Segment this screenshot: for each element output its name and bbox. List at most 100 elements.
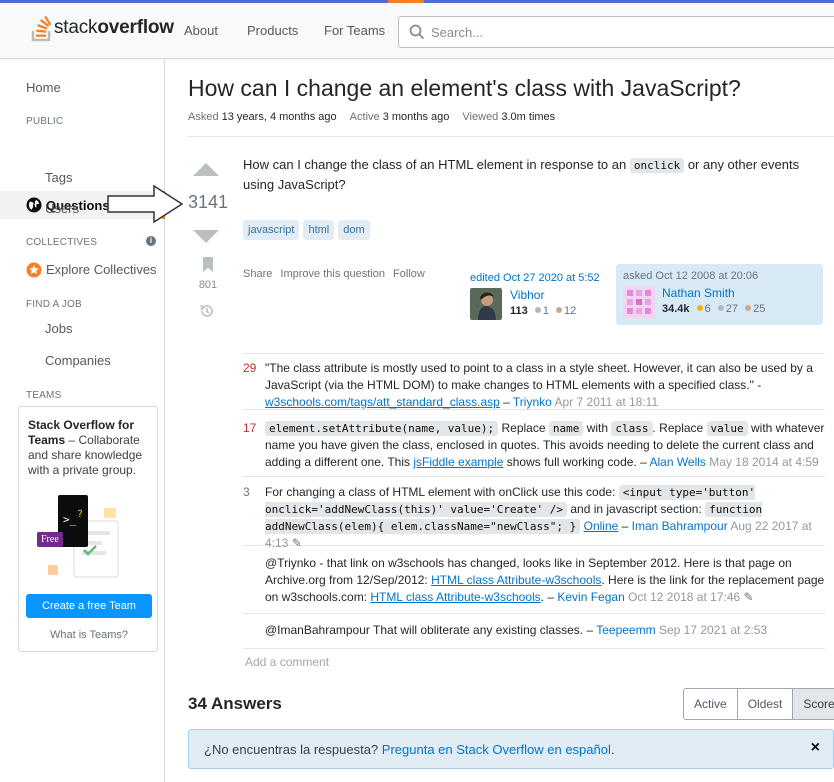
gold-badge-icon: [696, 305, 703, 311]
free-badge: Free: [37, 532, 63, 547]
comment-link[interactable]: HTML class Attribute-w3schools: [370, 590, 540, 604]
sidebar-tags[interactable]: Tags: [45, 170, 72, 185]
bronze-badge-icon: [556, 307, 562, 313]
tag-html[interactable]: html: [303, 220, 335, 240]
tag-dom[interactable]: dom: [338, 220, 370, 240]
comment-link[interactable]: HTML class Attribute-w3schools: [431, 573, 601, 587]
promo-text: Stack Overflow for Teams – Collaborate a…: [28, 418, 143, 477]
search-input[interactable]: [431, 23, 811, 41]
create-team-button[interactable]: Create a free Team: [26, 594, 152, 618]
follow-link[interactable]: Follow: [393, 268, 425, 280]
top-bar: stackoverflow About Products For Teams: [0, 3, 834, 59]
sort-oldest[interactable]: Oldest: [737, 689, 794, 719]
editor-avatar[interactable]: [470, 288, 502, 320]
nav-products[interactable]: Products: [247, 23, 298, 38]
nav-for-teams[interactable]: For Teams: [324, 23, 385, 38]
editor-name[interactable]: Vibhor: [510, 288, 544, 302]
comments-list: 29 "The class attribute is mostly used t…: [243, 353, 825, 649]
bookmark-icon[interactable]: [202, 257, 214, 273]
comment-user[interactable]: Alan Wells: [649, 455, 705, 469]
asker-avatar[interactable]: [623, 286, 655, 318]
teams-promo: Stack Overflow for Teams – Collaborate a…: [18, 406, 158, 652]
sidebar-collectives-heading: COLLECTIVES: [26, 237, 98, 248]
comment-user[interactable]: Kevin Fegan: [557, 590, 624, 604]
close-icon[interactable]: ×: [811, 739, 820, 757]
banner-link[interactable]: Pregunta en Stack Overflow en español: [382, 742, 611, 757]
comment-score: 29: [243, 361, 257, 375]
search-icon: [409, 24, 425, 40]
asked-date: asked Oct 12 2008 at 20:06: [623, 270, 759, 282]
sidebar-explore-label: Explore Collectives: [46, 262, 157, 277]
question-meta: Asked 13 years, 4 months ago Active 3 mo…: [188, 111, 556, 123]
improve-question-link[interactable]: Improve this question: [280, 268, 385, 280]
annotation-arrow-icon: [107, 184, 184, 224]
tag-javascript[interactable]: javascript: [243, 220, 300, 240]
meta-divider: [188, 136, 834, 137]
globe-icon: [26, 197, 42, 213]
svg-text:>_: >_: [63, 513, 77, 526]
silver-badge-icon: [717, 305, 724, 311]
question-title[interactable]: How can I change an element's class with…: [188, 75, 741, 102]
question-body: How can I change the class of an HTML el…: [243, 157, 800, 192]
comment-link[interactable]: w3schools.com/tags/att_standard_class.as…: [265, 395, 500, 409]
sidebar-teams-heading: TEAMS: [26, 390, 62, 401]
bookmark-count: 801: [198, 279, 218, 291]
sort-active[interactable]: Active: [684, 689, 738, 719]
comment-user[interactable]: Triynko: [513, 395, 552, 409]
logo-text: stackoverflow: [54, 17, 174, 38]
question-tags: javascript html dom: [243, 220, 370, 240]
downvote-button[interactable]: [193, 230, 219, 243]
upvote-button[interactable]: [193, 163, 219, 176]
comment: 3 For changing a class of HTML element w…: [243, 484, 825, 550]
comment-body: For changing a class of HTML element wit…: [265, 485, 812, 550]
sidebar-public-heading: PUBLIC: [26, 116, 64, 127]
comment-body: @ImanBahrampour That will obliterate any…: [265, 623, 768, 637]
comment: 17 element.setAttribute(name, value); Re…: [243, 420, 825, 477]
comment-body: element.setAttribute(name, value); Repla…: [265, 421, 825, 469]
stack-icon: [31, 15, 52, 42]
sidebar-users[interactable]: Users: [45, 201, 79, 216]
comment-body: "The class attribute is mostly used to p…: [265, 361, 813, 409]
sidebar-jobs[interactable]: Jobs: [45, 321, 72, 336]
asker-reputation: 34.4k 6 27 25: [662, 303, 766, 315]
info-icon[interactable]: i: [146, 236, 156, 246]
comment-score: 3: [243, 485, 250, 499]
svg-text:?: ?: [77, 509, 83, 520]
banner-text: ¿No encuentras la respuesta? Pregunta en…: [204, 742, 615, 757]
comment-user[interactable]: Iman Bahrampour: [632, 519, 728, 533]
edited-date[interactable]: edited Oct 27 2020 at 5:52: [470, 272, 610, 284]
sidebar-home[interactable]: Home: [26, 80, 61, 95]
comment-user[interactable]: Teepeemm: [596, 623, 655, 637]
asker-name[interactable]: Nathan Smith: [662, 286, 735, 300]
bronze-badge-icon: [745, 305, 752, 311]
comment-link[interactable]: jsFiddle example: [413, 455, 503, 469]
edited-pencil-icon: ✎: [291, 536, 302, 550]
post-menu: Share Improve this question Follow: [243, 268, 430, 280]
editor-reputation: 113 1 12: [510, 305, 577, 317]
edited-pencil-icon: ✎: [743, 590, 754, 604]
add-comment-link[interactable]: Add a comment: [245, 655, 329, 669]
comment-link[interactable]: Online: [584, 519, 619, 533]
answer-sort: Active Oldest Score: [683, 688, 834, 720]
vote-count: 3141: [187, 192, 229, 212]
sidebar-explore-collectives[interactable]: Explore Collectives: [26, 262, 157, 278]
inline-code: onclick: [629, 158, 685, 173]
comment-score: 17: [243, 421, 257, 435]
history-icon[interactable]: [199, 303, 215, 319]
stackoverflow-logo[interactable]: stackoverflow: [30, 14, 174, 42]
sidebar-companies[interactable]: Companies: [45, 353, 111, 368]
answers-heading: 34 Answers: [188, 694, 282, 713]
collectives-icon: [26, 262, 42, 278]
search-box[interactable]: [398, 16, 834, 48]
comment: @ImanBahrampour That will obliterate any…: [243, 622, 825, 649]
comment: @Triynko - that link on w3schools has ch…: [243, 555, 825, 614]
nav-about[interactable]: About: [184, 23, 218, 38]
sidebar-find-job-heading: FIND A JOB: [26, 299, 82, 310]
edited-signature: edited Oct 27 2020 at 5:52 Vibhor 113 1 …: [470, 272, 610, 320]
what-is-teams-link[interactable]: What is Teams?: [19, 629, 159, 641]
comment-body: @Triynko - that link on w3schools has ch…: [265, 556, 825, 604]
share-link[interactable]: Share: [243, 268, 272, 280]
silver-badge-icon: [534, 307, 541, 313]
comment: 29 "The class attribute is mostly used t…: [243, 360, 825, 410]
sort-score[interactable]: Score: [793, 689, 834, 719]
